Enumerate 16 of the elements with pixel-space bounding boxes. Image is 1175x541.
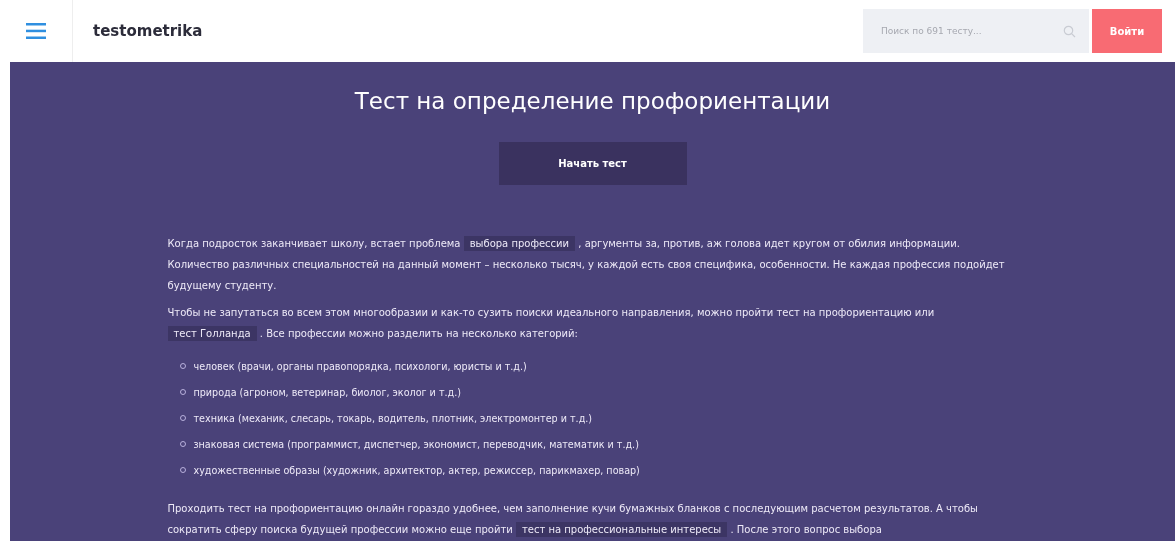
paragraph: Когда подросток заканчивает школу, встает проблема выбора профессии , аргументы за, против, аж голова идет кругом от обилия информации. Количество различных специальностей на данный момент – несколько тысяч, у каждой есть своя специфика, особенности. Не каждая профессия подойдет будущему студенту. (167, 235, 1006, 293)
start-test-button[interactable]: Начать тест (498, 142, 687, 185)
search-field[interactable]: Поиск по 691 тесту... (863, 9, 1089, 53)
list-item: природа (агроном, ветеринар, биолог, эколог и т.д.) (193, 386, 461, 398)
page-title: Тест на определение профориентации (354, 88, 831, 114)
text-link[interactable]: выбора профессии (463, 236, 576, 251)
text-link[interactable]: тест Голланда (167, 326, 257, 341)
paragraph: Чтобы не запутаться во всем этом многообразии и как-то сузить поиски идеального направления, можно пройти тест на профориентацию или тест Голланда . Все профессии можно разделить на несколько категорий: (167, 306, 936, 343)
list-item: знаковая система (программист, диспетчер, экономист, переводчик, математик и т.д.) (193, 438, 639, 450)
paragraph: Проходить тест на профориентацию онлайн гораздо удобнее, чем заполнение кучи бумажных бланков с последующим расчетом результатов. А чтобы сократить сферу поиска будущей профессии можно еще пройти тест на профессиональные интересы . После этого вопрос выбора (167, 502, 979, 539)
menu-icon[interactable] (26, 23, 46, 39)
site-logo[interactable]: testometrika (93, 22, 863, 40)
list-item: техника (механик, слесарь, токарь, водитель, плотник, электромонтер и т.д.) (193, 412, 593, 424)
list-item: художественные образы (художник, архитектор, актер, режиссер, парикмахер, повар) (193, 464, 640, 476)
text-link[interactable]: тест на профессиональные интересы (515, 522, 728, 537)
list-item: человек (врачи, органы правопорядка, психологи, юристы и т.д.) (193, 360, 527, 372)
